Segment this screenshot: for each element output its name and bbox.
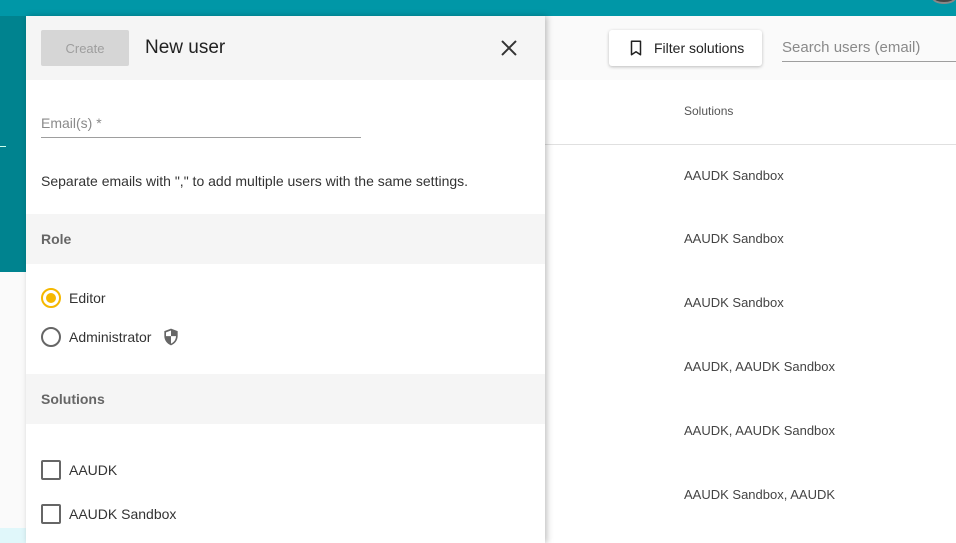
left-rail-footer [0,528,26,543]
email-hint: Separate emails with "," to add multiple… [41,173,469,189]
top-app-bar [0,0,956,16]
role-option-administrator[interactable]: Administrator [41,327,181,347]
rail-divider [0,146,6,147]
panel-title: New user [145,37,226,58]
table-cell-solutions: AAUDK, AAUDK Sandbox [684,359,836,374]
shield-icon [164,328,179,346]
column-header-solutions: Solutions [684,104,734,118]
solution-option-aaudk-sandbox[interactable]: AAUDK Sandbox [41,504,176,524]
create-button[interactable]: Create [41,30,129,66]
table-cell-solutions: AAUDK, AAUDK Sandbox [684,423,836,438]
radio-button[interactable] [41,327,61,347]
table-cell-solutions: AAUDK Sandbox, AAUDK [684,487,836,502]
close-icon[interactable] [498,37,520,59]
new-user-panel: Create New user Email(s) * Separate emai… [26,16,545,543]
solutions-heading: Solutions [41,391,105,407]
role-option-label: Administrator [69,329,152,345]
solution-option-aaudk[interactable]: AAUDK [41,460,117,480]
search-users-input[interactable] [782,34,956,62]
table-cell-solutions: AAUDK Sandbox [684,231,784,246]
filter-solutions-button[interactable]: Filter solutions [609,30,762,66]
left-rail [0,16,26,272]
checkbox[interactable] [41,504,61,524]
solution-option-label: AAUDK [69,462,118,478]
role-option-label: Editor [69,290,106,306]
table-cell-solutions: AAUDK Sandbox [684,168,784,183]
users-table [545,80,956,543]
bookmark-icon [630,40,642,56]
solution-option-label: AAUDK Sandbox [69,506,177,522]
email-field[interactable]: Email(s) * [41,112,361,138]
table-cell-solutions: AAUDK Sandbox [684,295,784,310]
role-option-editor[interactable]: Editor [41,288,106,308]
checkbox[interactable] [41,460,61,480]
role-section-header: Role [26,214,545,264]
filter-solutions-label: Filter solutions [654,40,745,56]
solutions-section-header: Solutions [26,374,545,424]
email-field-label: Email(s) * [41,115,102,131]
radio-button-selected[interactable] [41,288,61,308]
role-heading: Role [41,231,72,247]
table-header-divider [545,144,956,145]
panel-header: Create New user [26,16,545,80]
